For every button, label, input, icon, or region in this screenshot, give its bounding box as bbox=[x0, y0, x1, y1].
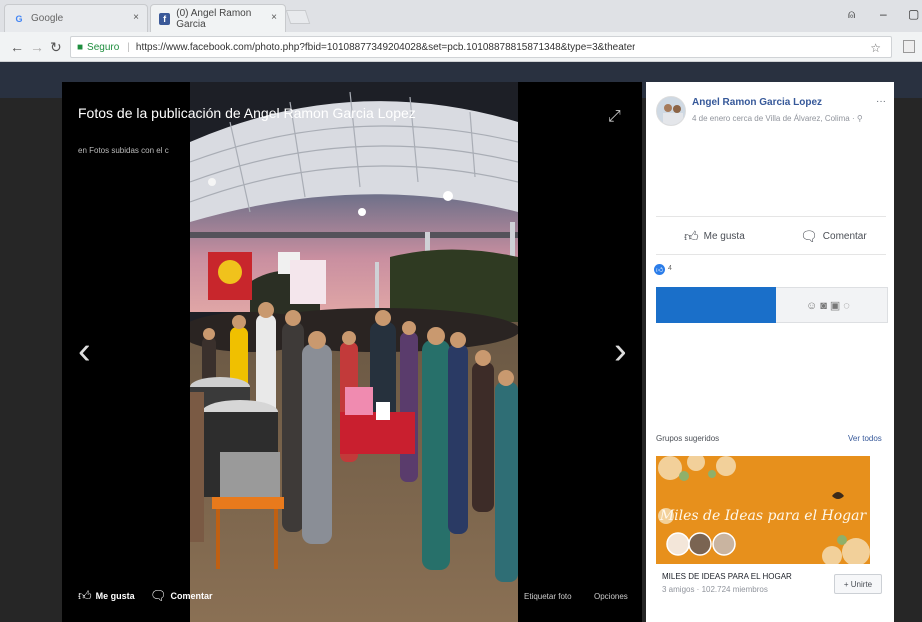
like-reaction-icon[interactable]: 👍︎ bbox=[654, 264, 665, 275]
post-meta-text: 4 de enero cerca de Villa de Álvarez, Co… bbox=[692, 114, 857, 123]
new-tab-button[interactable] bbox=[285, 10, 311, 24]
previous-photo-arrow-icon[interactable]: ‹ bbox=[78, 330, 91, 373]
google-favicon-icon: G bbox=[15, 13, 23, 24]
post-meta: 4 de enero cerca de Villa de Álvarez, Co… bbox=[692, 114, 863, 123]
viewer-comment-button[interactable]: 🗨︎ Comentar bbox=[150, 588, 213, 604]
event-photo[interactable] bbox=[190, 82, 518, 622]
author-avatar[interactable] bbox=[656, 96, 686, 126]
group-stats: 3 amigos · 102.724 miembros bbox=[662, 585, 768, 594]
forward-icon[interactable]: → bbox=[30, 39, 44, 55]
comment-bubble-icon: 🗨︎ bbox=[800, 228, 818, 244]
viewer-like-button[interactable]: 👍︎ Me gusta bbox=[78, 588, 135, 604]
comment-bubble-icon: 🗨︎ bbox=[150, 588, 167, 603]
viewer-like-label: Me gusta bbox=[95, 591, 135, 601]
reaction-count[interactable]: 4 bbox=[668, 265, 672, 272]
address-bar[interactable]: ■ Seguro | https://www.facebook.com/phot… bbox=[70, 36, 892, 58]
more-options-icon[interactable]: ··· bbox=[876, 96, 886, 107]
tag-photo-link[interactable]: Etiquetar foto bbox=[524, 592, 572, 601]
maximize-icon[interactable]: ▢ bbox=[908, 7, 919, 21]
browser-tab-strip: G Google × f (0) Angel Ramon Garcia × ⍝ … bbox=[0, 0, 922, 32]
suggested-groups-heading: Grupos sugeridos bbox=[656, 434, 720, 443]
back-icon[interactable]: ← bbox=[10, 39, 24, 55]
close-tab-icon[interactable]: × bbox=[271, 12, 277, 23]
facebook-favicon-icon: f bbox=[159, 12, 171, 25]
audience-icon: ⚲ bbox=[856, 114, 863, 123]
post-comment-button[interactable]: 🗨︎ Comentar bbox=[800, 228, 867, 245]
close-tab-icon[interactable]: × bbox=[133, 12, 139, 23]
gif-icon[interactable]: ▣ bbox=[830, 300, 843, 312]
tab-facebook[interactable]: f (0) Angel Ramon Garcia × bbox=[150, 4, 286, 32]
panel-divider bbox=[656, 254, 886, 255]
sticker-icon[interactable]: ◌ bbox=[843, 300, 853, 312]
tab-google[interactable]: G Google × bbox=[4, 4, 148, 32]
group-cover-image[interactable]: Miles de Ideas para el Hogar bbox=[656, 456, 870, 564]
viewer-comment-label: Comentar bbox=[170, 591, 213, 601]
camera-icon[interactable]: ◙ bbox=[820, 300, 830, 312]
minimize-icon[interactable]: – bbox=[880, 7, 887, 21]
commenter-avatar-redacted bbox=[656, 287, 776, 323]
viewer-title: Fotos de la publicación de Angel Ramon G… bbox=[78, 105, 416, 121]
fullscreen-expand-icon[interactable]: ⤢ bbox=[608, 108, 621, 126]
tab-label: (0) Angel Ramon Garcia bbox=[176, 7, 252, 30]
viewer-subtitle: en Fotos subidas con el c bbox=[78, 146, 169, 155]
group-name[interactable]: MILES DE IDEAS PARA EL HOGAR bbox=[662, 572, 792, 581]
post-like-label: Me gusta bbox=[703, 231, 745, 242]
lock-icon: ■ bbox=[77, 41, 84, 53]
reload-icon[interactable]: ↻ bbox=[50, 39, 62, 56]
group-cover-text: Miles de Ideas para el Hogar bbox=[659, 508, 868, 524]
thumbs-up-icon: 👍︎ bbox=[684, 228, 699, 244]
panel-divider bbox=[656, 216, 886, 217]
extension-icon[interactable] bbox=[903, 40, 915, 53]
join-group-button[interactable]: + Unirte bbox=[834, 574, 882, 594]
url-separator: | bbox=[127, 41, 130, 53]
post-author-name[interactable]: Angel Ramon Garcia Lopez bbox=[692, 97, 822, 108]
post-like-button[interactable]: 👍︎ Me gusta bbox=[684, 228, 745, 245]
post-comment-label: Comentar bbox=[822, 231, 867, 242]
url-text: https://www.facebook.com/photo.php?fbid=… bbox=[135, 41, 636, 53]
secure-label: Seguro bbox=[87, 41, 120, 53]
emoji-icon[interactable]: ☺ bbox=[806, 300, 820, 312]
browser-toolbar: ← → ↻ ■ Seguro | https://www.facebook.co… bbox=[0, 32, 922, 62]
next-photo-arrow-icon[interactable]: › bbox=[614, 330, 627, 373]
see-all-link[interactable]: Ver todos bbox=[848, 434, 882, 443]
options-link[interactable]: Opciones bbox=[594, 592, 628, 601]
thumbs-up-icon: 👍︎ bbox=[78, 588, 92, 603]
comment-tools: ☺◙▣◌ bbox=[806, 299, 853, 312]
profile-icon[interactable]: ⍝ bbox=[848, 7, 855, 22]
tab-label: Google bbox=[31, 13, 64, 24]
bookmark-star-icon[interactable]: ☆ bbox=[870, 41, 881, 55]
